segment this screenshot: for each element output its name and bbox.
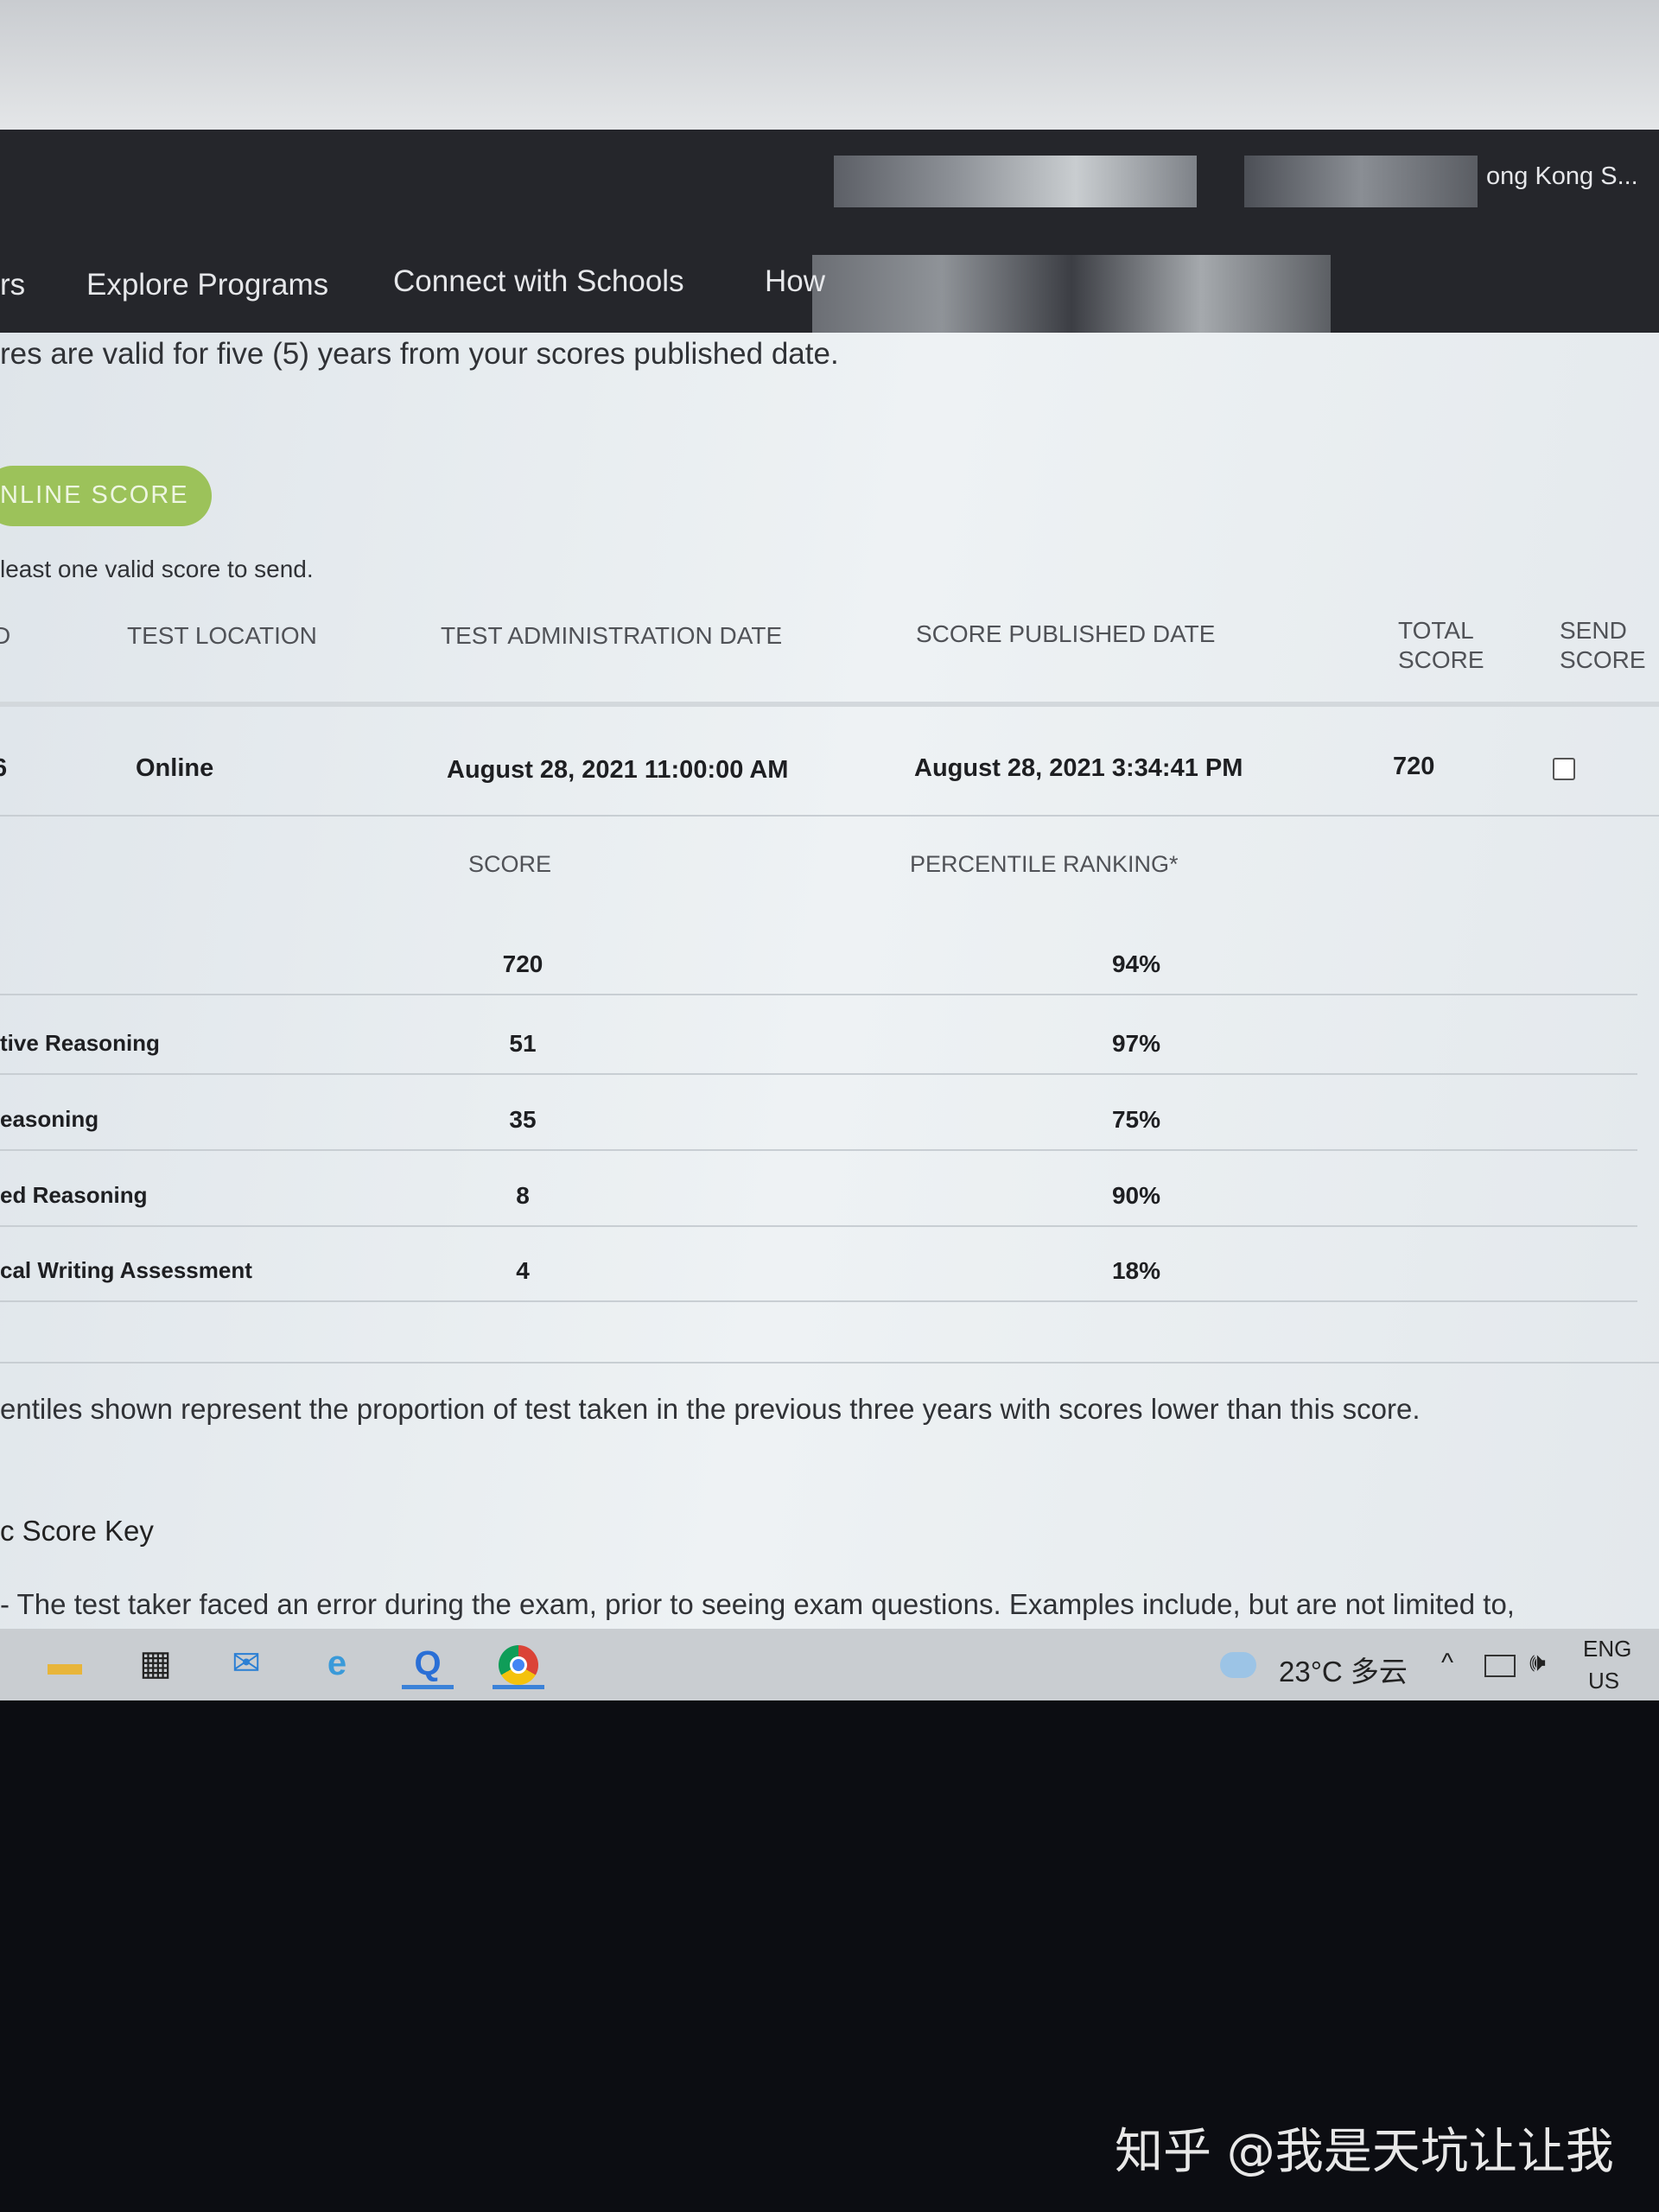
store-icon[interactable]: ▦ [130,1637,181,1689]
lang-us[interactable]: US [1588,1668,1619,1694]
chrome-icon[interactable] [493,1637,544,1689]
th-total-score: TOTAL SCORE [1398,617,1484,673]
th-send-score: SEND SCORE [1560,617,1646,673]
subscore-name: cal Writing Assessment [0,1257,252,1283]
header-divider [0,702,1659,707]
th-published-date: SCORE PUBLISHED DATE [916,620,1216,647]
row-total-score: 720 [1393,753,1435,780]
th-sub-score: SCORE [468,851,552,877]
send-hint: least one valid score to send. [0,556,314,582]
subscore-value: 720 [502,950,543,977]
nav-connect-schools[interactable]: Connect with Schools [393,264,684,299]
validity-notice: res are valid for five (5) years from yo… [0,337,839,371]
volume-icon[interactable]: 🕪 [1529,1649,1546,1678]
tray-chevron-icon[interactable]: ^ [1441,1649,1453,1678]
th-admin-date: TEST ADMINISTRATION DATE [441,622,783,649]
subscore-value: 8 [516,1182,530,1209]
row-admin-date: August 28, 2021 11:00:00 AM [447,756,789,784]
send-online-score-button[interactable]: NLINE SCORE [0,466,212,526]
ie-icon[interactable]: e [311,1637,363,1689]
subscore-divider [0,1300,1637,1302]
screen-bezel [0,0,1659,130]
account-name[interactable]: ong Kong S... [1486,162,1638,191]
watermark: 知乎 @我是天坑让让我 [1115,2124,1614,2180]
subscore-percentile: 94% [1111,950,1161,977]
subscore-divider [0,1073,1637,1075]
subscore-value: 51 [509,1030,537,1057]
subscore-name: tive Reasoning [0,1030,160,1056]
row-location: Online [136,754,214,782]
subscore-divider [0,1225,1637,1227]
subscore-name: ed Reasoning [0,1182,148,1208]
nav-item-prev[interactable]: rs [0,268,25,302]
score-content [0,333,1659,1629]
row-id: 6 [0,754,8,782]
th-percentile: PERCENTILE RANKING* [910,851,1179,877]
subscore-value: 4 [516,1257,530,1284]
weather-icon[interactable] [1220,1652,1256,1678]
lang-eng[interactable]: ENG [1583,1636,1631,1662]
subscore-divider [0,1149,1637,1151]
send-score-checkbox[interactable] [1553,758,1575,780]
section-divider [0,1362,1659,1363]
subscore-divider [0,994,1637,995]
subscore-name: easoning [0,1106,99,1132]
nav-explore-programs[interactable]: Explore Programs [86,268,328,302]
score-key-title: c Score Key [0,1515,154,1547]
percentile-footnote: entiles shown represent the proportion o… [0,1393,1421,1425]
subscore-percentile: 90% [1111,1182,1161,1209]
subscore-percentile: 75% [1111,1106,1161,1133]
mail-icon[interactable]: ✉ [220,1637,272,1689]
row-published-date: August 28, 2021 3:34:41 PM [914,754,1243,782]
score-key-text: - The test taker faced an error during t… [0,1588,1515,1620]
subscore-percentile: 97% [1111,1030,1161,1057]
file-explorer-icon[interactable]: ▬ [39,1637,91,1689]
th-id: D [0,622,11,649]
th-location: TEST LOCATION [127,622,317,649]
row-divider [0,815,1659,817]
subscore-percentile: 18% [1111,1257,1161,1284]
nav-how[interactable]: How [765,264,825,299]
subscore-value: 35 [509,1106,537,1133]
network-icon[interactable] [1484,1655,1516,1677]
weather-text[interactable]: 23°C 多云 [1279,1649,1408,1690]
q-app-icon[interactable]: Q [402,1637,454,1689]
